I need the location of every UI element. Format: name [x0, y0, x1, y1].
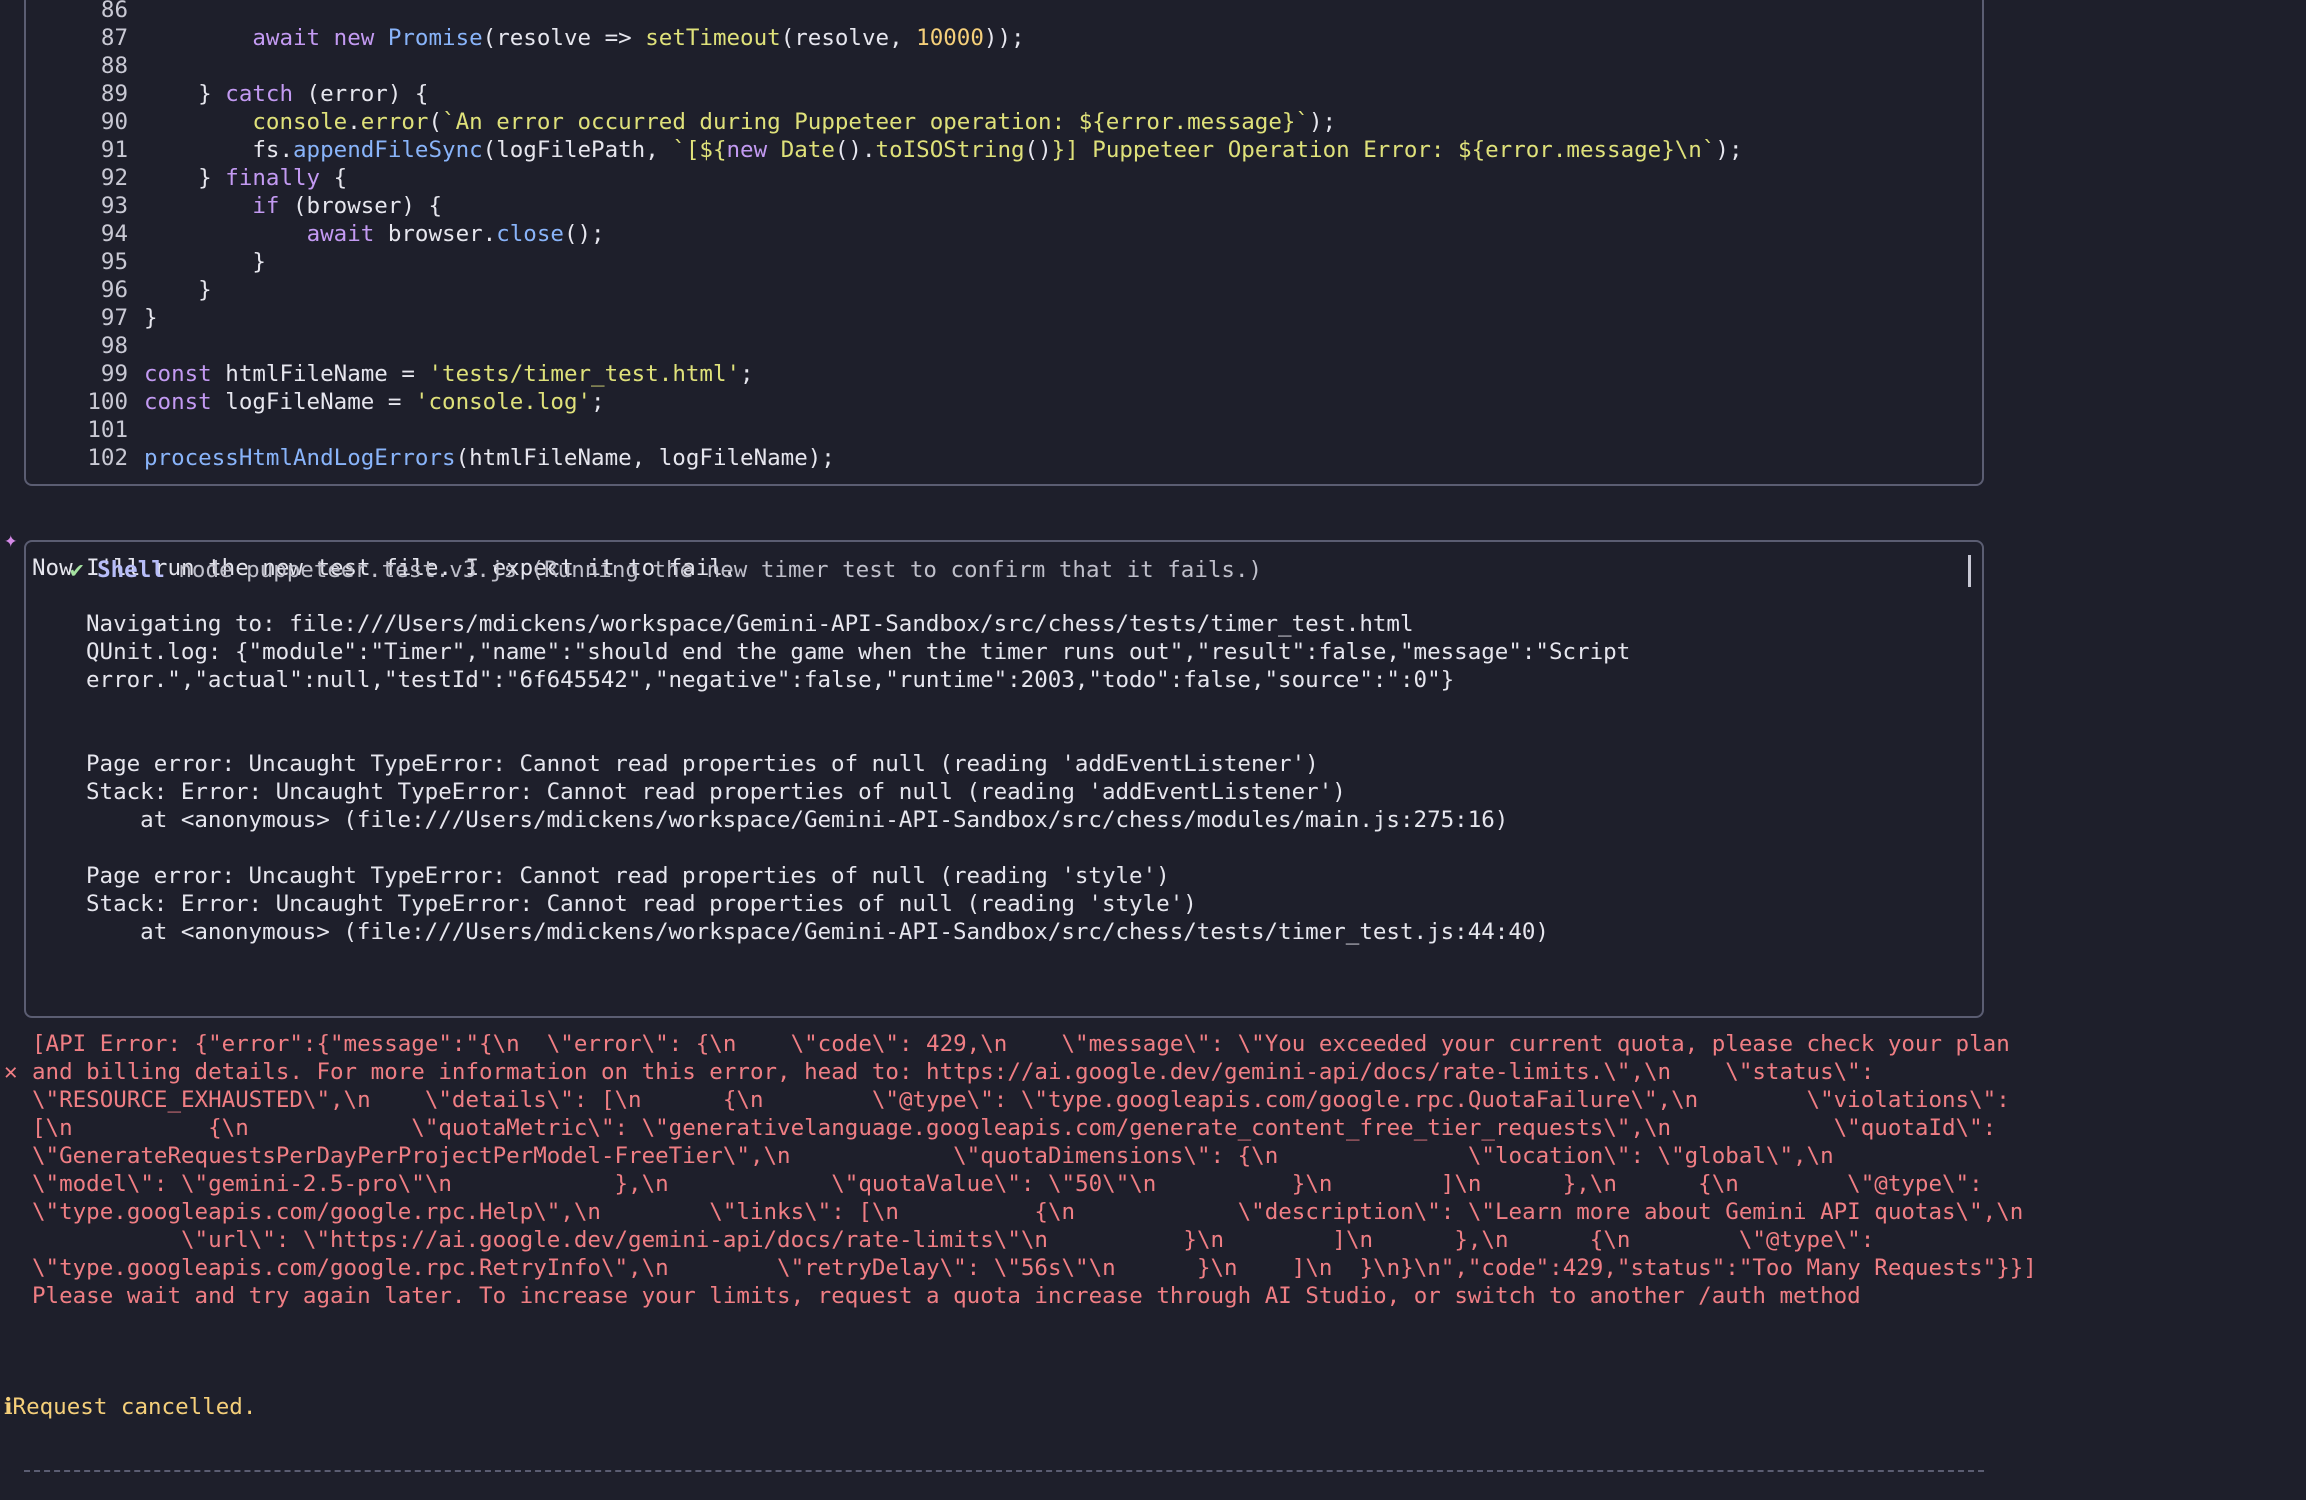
code-text: } finally {: [144, 165, 348, 191]
api-error-line: [\n {\n \"quotaMetric\": \"generativelan…: [32, 1115, 1997, 1141]
input-box-edge: [24, 1470, 1984, 1500]
checkmark-icon: ✔: [70, 557, 84, 583]
api-error-line: \"GenerateRequestsPerDayPerProjectPerMod…: [32, 1143, 1834, 1169]
shell-output-line: Stack: Error: Uncaught TypeError: Cannot…: [86, 779, 1346, 805]
code-text: }: [144, 249, 266, 275]
code-text: const htmlFileName = 'tests/timer_test.h…: [144, 361, 754, 387]
line-number: 87: [100, 25, 128, 51]
shell-output-line: Page error: Uncaught TypeError: Cannot r…: [86, 863, 1170, 889]
shell-output-line: QUnit.log: {"module":"Timer","name":"sho…: [86, 639, 1631, 665]
line-number: 100: [87, 389, 128, 415]
shell-output-line: error.","actual":null,"testId":"6f645542…: [86, 667, 1455, 693]
line-number: 90: [100, 109, 128, 135]
line-number: 89: [100, 81, 128, 107]
shell-title: Shell: [97, 557, 165, 583]
line-number: 98: [100, 333, 128, 359]
code-text: await browser.close();: [306, 221, 605, 247]
api-error-line: \"model\": \"gemini-2.5-pro\"\n },\n \"q…: [32, 1171, 1983, 1197]
sparkle-icon: ✦: [4, 527, 18, 553]
request-cancelled-message: ℹRequest cancelled.: [4, 1394, 257, 1420]
code-text: }: [144, 305, 158, 331]
line-number: 94: [100, 221, 128, 247]
code-text: } catch (error) {: [144, 81, 429, 107]
scrollbar-thumb[interactable]: [1968, 555, 1971, 587]
code-text: if (browser) {: [252, 193, 443, 219]
api-error-line: \"type.googleapis.com/google.rpc.RetryIn…: [32, 1255, 2037, 1281]
code-text: }: [144, 277, 212, 303]
code-text: fs.appendFileSync(logFilePath, `[${new D…: [144, 137, 1743, 163]
line-number: 99: [100, 361, 128, 387]
api-error-line: \"url\": \"https://ai.google.dev/gemini-…: [32, 1227, 1875, 1253]
code-text: processHtmlAndLogErrors(htmlFileName, lo…: [144, 445, 835, 471]
line-number: 97: [100, 305, 128, 331]
api-error-line: [API Error: {"error":{"message":"{\n \"e…: [32, 1031, 2010, 1057]
shell-output-line: Navigating to: file:///Users/mdickens/wo…: [86, 611, 1414, 637]
code-text: await new Promise(resolve => setTimeout(…: [252, 25, 1025, 51]
api-error-marker: ✕: [0, 1030, 27, 1085]
line-number: 96: [100, 277, 128, 303]
line-number: 86: [100, 0, 128, 23]
line-number: 101: [87, 417, 128, 443]
shell-output-line: Page error: Uncaught TypeError: Cannot r…: [86, 751, 1319, 777]
line-number: 93: [100, 193, 128, 219]
line-number: 88: [100, 53, 128, 79]
shell-output-line: Stack: Error: Uncaught TypeError: Cannot…: [86, 891, 1197, 917]
shell-output-line: at <anonymous> (file:///Users/mdickens/w…: [86, 919, 1549, 945]
shell-header: ✔ Shell node puppeteer.test.v3.js (Runni…: [70, 556, 1262, 584]
api-error-line: \"type.googleapis.com/google.rpc.Help\",…: [32, 1199, 2024, 1225]
api-error-line: Please wait and try again later. To incr…: [32, 1283, 1861, 1309]
line-number: 92: [100, 165, 128, 191]
code-text: const logFileName = 'console.log';: [144, 389, 605, 415]
line-number: 102: [87, 445, 128, 471]
assistant-message-row: ✦ Now I'll run the new test file. I expe…: [0, 498, 736, 581]
code-text: console.error(`An error occurred during …: [252, 109, 1337, 135]
api-error-line: \"RESOURCE_EXHAUSTED\",\n \"details\": […: [32, 1087, 2010, 1113]
line-number: 95: [100, 249, 128, 275]
shell-output-line: at <anonymous> (file:///Users/mdickens/w…: [86, 807, 1509, 833]
api-error-line: and billing details. For more informatio…: [32, 1059, 1875, 1085]
error-x-icon: ✕: [4, 1059, 18, 1085]
shell-command: node puppeteer.test.v3.js (Running the n…: [178, 557, 1263, 583]
line-number: 91: [100, 137, 128, 163]
